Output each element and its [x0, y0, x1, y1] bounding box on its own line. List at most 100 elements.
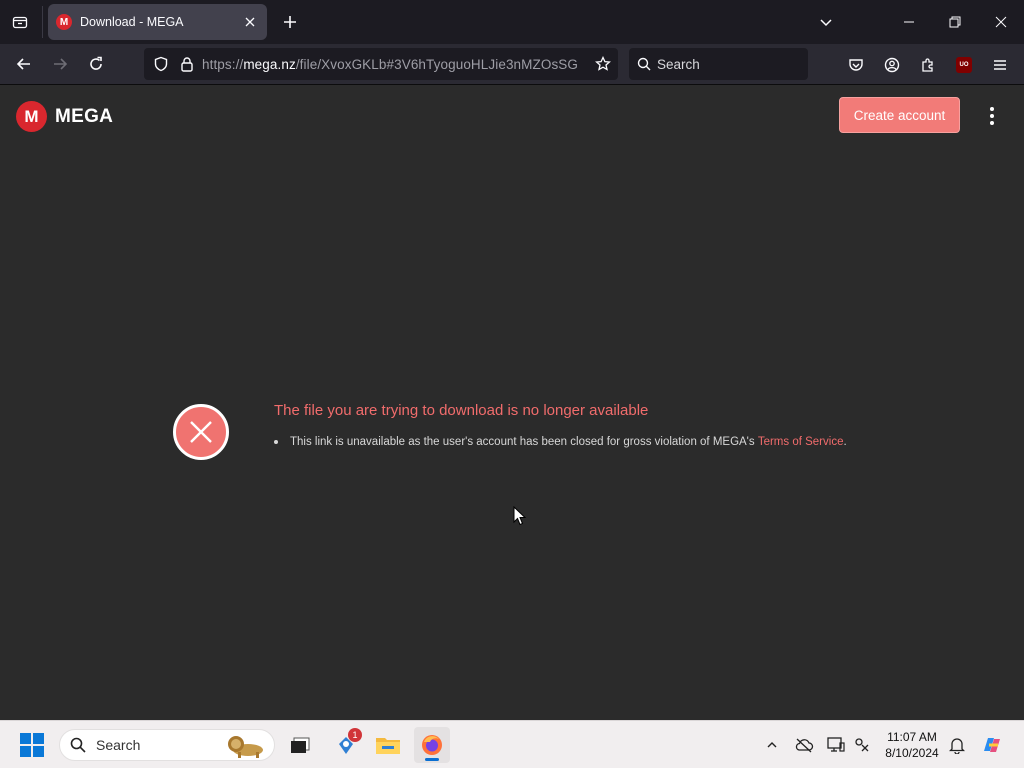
start-button[interactable]	[20, 733, 44, 757]
kebab-dot	[990, 114, 994, 118]
window-close-button[interactable]	[978, 0, 1024, 44]
navigation-toolbar: https://mega.nz/file/XvoxGKLb#3V6hTyoguo…	[0, 44, 1024, 85]
copilot-button[interactable]	[980, 733, 1004, 757]
chevron-down-icon	[820, 19, 832, 27]
error-x-icon	[190, 421, 212, 443]
pocket-button[interactable]	[843, 52, 869, 78]
bullet	[274, 440, 278, 444]
address-bar[interactable]: https://mega.nz/file/XvoxGKLb#3V6hTyoguo…	[144, 48, 618, 80]
arrow-left-icon	[16, 58, 30, 70]
puzzle-icon	[922, 58, 933, 72]
folder-icon	[376, 738, 400, 754]
minimize-icon	[904, 21, 914, 23]
error-icon	[173, 404, 229, 460]
windows-taskbar: Search 1 11:07 AM 8/10/2024	[0, 720, 1024, 768]
taskbar-firefox[interactable]	[414, 727, 450, 763]
taskbar-task-view[interactable]	[282, 727, 318, 763]
hamburger-menu-icon	[994, 60, 1006, 70]
chevron-up-icon	[767, 742, 777, 748]
error-message: This link is unavailable as the user's a…	[274, 436, 847, 448]
app-menu-button[interactable]	[987, 52, 1013, 78]
tab-divider	[42, 6, 43, 38]
url-text[interactable]: https://mega.nz/file/XvoxGKLb#3V6hTyoguo…	[202, 57, 580, 72]
search-icon	[70, 737, 86, 753]
reload-icon	[90, 56, 102, 70]
tab-title: Download - MEGA	[80, 15, 184, 29]
url-host: mega.nz	[243, 56, 296, 72]
list-all-tabs-button[interactable]	[8, 10, 32, 34]
mega-wordmark: MEGA	[55, 105, 114, 127]
minimize-button[interactable]	[886, 0, 932, 44]
tracking-protection-icon[interactable]	[150, 53, 172, 75]
notifications-button[interactable]	[945, 733, 969, 757]
onedrive-tray-button[interactable]	[792, 733, 816, 757]
tab-close-button[interactable]	[241, 13, 259, 31]
extensions-button[interactable]	[915, 52, 941, 78]
network-disconnected-icon	[855, 738, 869, 752]
error-message-text: This link is unavailable as the user's a…	[290, 436, 758, 448]
tab-download-mega[interactable]: M Download - MEGA	[48, 4, 267, 40]
clock-date: 8/10/2024	[885, 746, 939, 760]
copilot-icon	[984, 738, 1000, 752]
mega-logo-icon: M	[16, 101, 47, 132]
mega-favicon-icon: M	[56, 14, 72, 30]
url-path: /file/XvoxGKLb#3V6hTyoguoHLJie3nMZOsSG	[295, 56, 579, 72]
display-tray-button[interactable]	[824, 733, 848, 757]
tabs-overflow-button[interactable]	[814, 10, 838, 34]
back-button[interactable]	[10, 50, 38, 78]
reload-button[interactable]	[82, 50, 110, 78]
mega-logo[interactable]: M MEGA	[16, 101, 113, 132]
taskbar-search-label: Search	[96, 737, 141, 753]
kebab-dot	[990, 121, 994, 125]
monitor-icon	[827, 737, 845, 752]
close-icon	[245, 17, 255, 27]
tab-list-icon	[12, 16, 28, 29]
bell-icon	[949, 738, 965, 754]
taskbar-search[interactable]: Search	[59, 729, 275, 761]
system-clock[interactable]: 11:07 AM 8/10/2024	[876, 729, 948, 761]
create-account-button[interactable]: Create account	[839, 97, 960, 133]
windows-logo-pane	[20, 733, 31, 744]
cloud-offline-icon	[795, 738, 814, 753]
network-tray-button[interactable]	[850, 733, 874, 757]
windows-logo-pane	[33, 746, 44, 757]
ublock-origin-icon: UO	[956, 57, 972, 73]
kebab-dot	[990, 107, 994, 111]
task-view-icon	[291, 737, 310, 753]
tab-strip: M Download - MEGA	[0, 0, 1024, 44]
error-title: The file you are trying to download is n…	[274, 402, 649, 419]
search-highlight-lion-icon	[228, 736, 263, 758]
plus-icon	[284, 16, 296, 28]
more-options-button[interactable]	[980, 104, 1004, 128]
site-info-button[interactable]	[176, 53, 198, 75]
search-icon	[637, 57, 651, 71]
error-message-period: .	[843, 436, 847, 448]
search-bar[interactable]	[629, 48, 808, 80]
ublock-origin-button[interactable]: UO	[951, 52, 977, 78]
cursor-arrow-icon	[513, 505, 527, 526]
bookmark-star-button[interactable]	[592, 53, 614, 75]
firefox-icon	[422, 735, 442, 755]
shield-icon	[154, 56, 168, 72]
arrow-right-icon	[54, 58, 68, 70]
account-button[interactable]	[879, 52, 905, 78]
clock-time: 11:07 AM	[887, 730, 937, 744]
taskbar-app-feedback[interactable]: 1	[328, 727, 364, 763]
restore-button[interactable]	[932, 0, 978, 44]
taskbar-file-explorer[interactable]	[370, 727, 406, 763]
mega-page: M MEGA Create account The file you are t…	[0, 86, 1024, 720]
forward-button[interactable]	[46, 50, 74, 78]
pocket-icon	[849, 59, 863, 71]
windows-logo-pane	[33, 733, 44, 744]
restore-icon	[949, 16, 961, 28]
new-tab-button[interactable]	[278, 10, 302, 34]
active-app-indicator	[425, 758, 439, 761]
search-input[interactable]	[657, 56, 797, 72]
account-icon	[884, 57, 900, 73]
url-scheme: https://	[202, 56, 244, 72]
lock-icon	[181, 57, 193, 72]
terms-of-service-link[interactable]: Terms of Service	[758, 436, 844, 448]
windows-logo-pane	[20, 746, 31, 757]
star-icon	[595, 56, 611, 71]
show-hidden-icons-button[interactable]	[760, 733, 784, 757]
